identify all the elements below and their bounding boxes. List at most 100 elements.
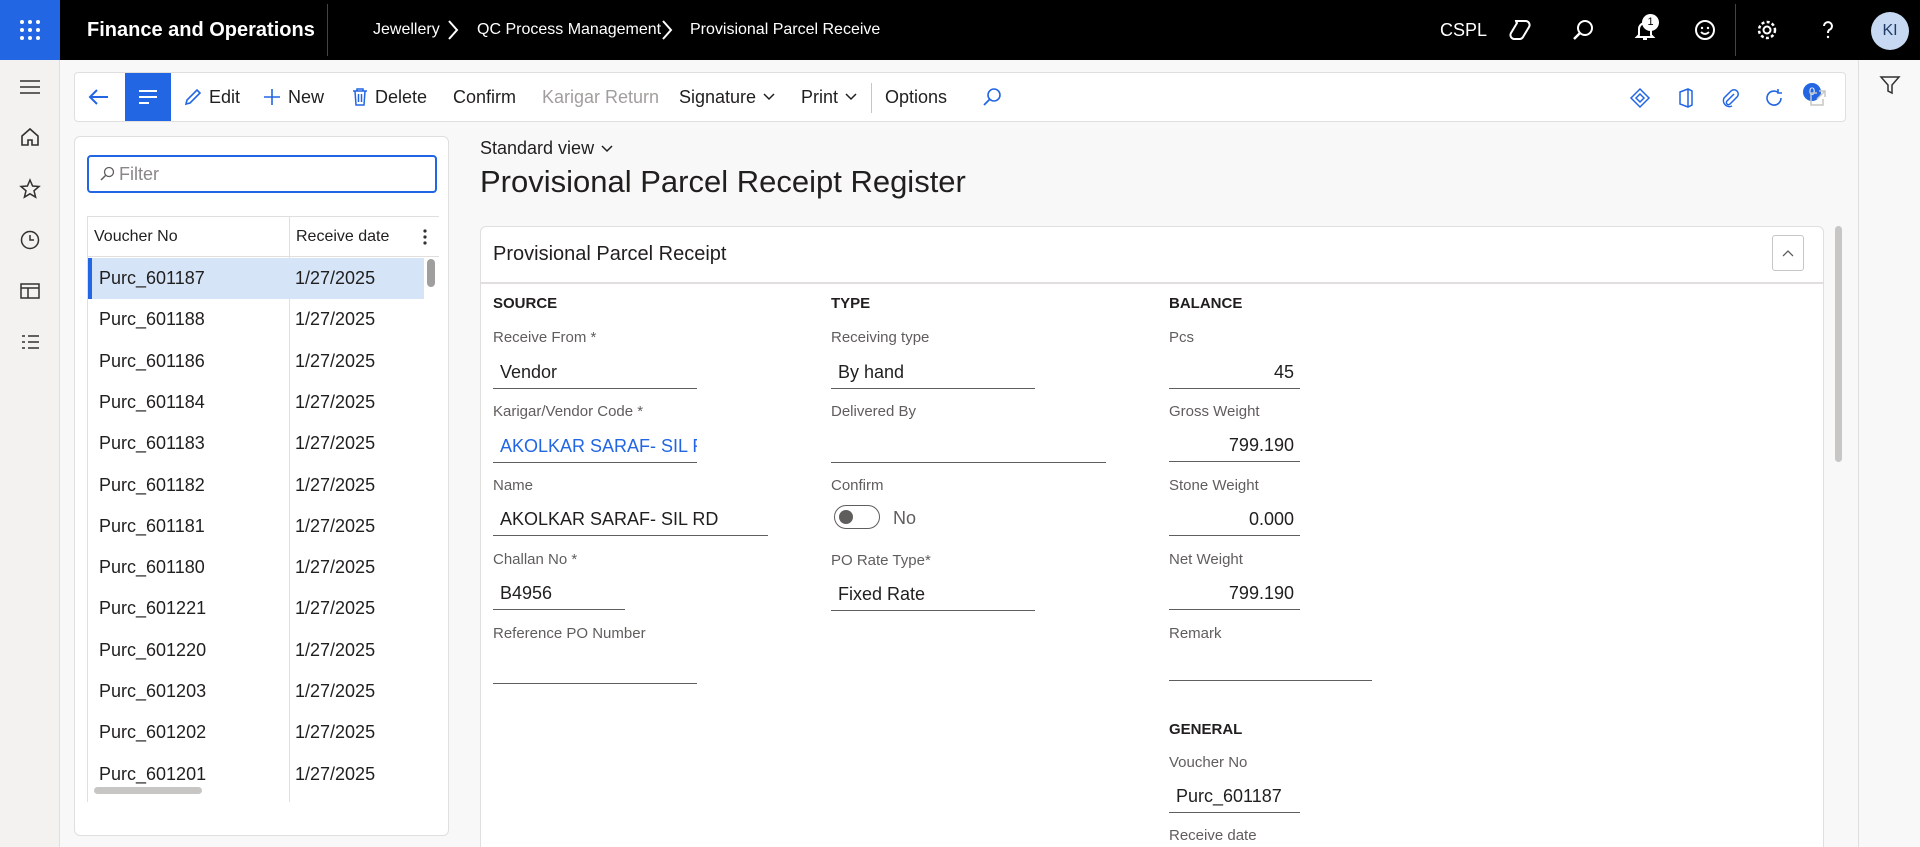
voucher-no-field[interactable]: Purc_601187 — [1169, 779, 1300, 813]
filter-funnel-icon[interactable] — [1879, 74, 1901, 101]
smiley-icon[interactable] — [1690, 15, 1720, 45]
confirm-button[interactable]: Confirm — [453, 73, 516, 121]
edit-button[interactable]: Edit — [183, 73, 240, 121]
print-label: Print — [801, 87, 839, 107]
gross-weight-field[interactable]: 799.190 — [1169, 428, 1300, 462]
gear-icon[interactable] — [1752, 15, 1782, 45]
confirm-label: Confirm — [831, 477, 884, 494]
chevron-down-icon — [601, 144, 613, 152]
signature-menu[interactable]: Signature — [679, 73, 776, 121]
star-icon[interactable] — [15, 174, 45, 204]
pcs-field[interactable]: 45 — [1169, 355, 1300, 389]
main-vertical-scrollbar[interactable] — [1835, 226, 1842, 462]
refresh-icon[interactable] — [1759, 83, 1789, 113]
print-menu[interactable]: Print — [801, 73, 858, 121]
card-title[interactable]: Provisional Parcel Receipt — [493, 227, 726, 281]
open-new-window-icon[interactable] — [1803, 83, 1833, 113]
voucher-no-cell[interactable]: Purc_601181 — [99, 506, 205, 547]
hamburger-icon[interactable] — [15, 72, 45, 102]
table-row[interactable]: Purc_601203 1/27/2025 — [88, 671, 424, 712]
view-selector[interactable]: Standard view — [480, 138, 614, 159]
table-row[interactable]: Purc_601183 1/27/2025 — [88, 423, 424, 464]
challan-no-field[interactable]: B4956 — [493, 576, 625, 610]
po-rate-type-label: PO Rate Type* — [831, 552, 931, 569]
edit-label: Edit — [209, 87, 241, 107]
delete-label: Delete — [375, 87, 428, 107]
voucher-no-cell[interactable]: Purc_601184 — [99, 382, 205, 423]
voucher-no-cell[interactable]: Purc_601221 — [99, 588, 206, 629]
collapse-button[interactable] — [1772, 235, 1804, 271]
breadcrumb-jewellery[interactable]: Jewellery — [373, 0, 440, 60]
receive-date-cell: 1/27/2025 — [295, 639, 376, 660]
receive-date-cell: 1/27/2025 — [295, 515, 376, 536]
waffle-icon[interactable] — [0, 0, 60, 60]
voucher-no-cell[interactable]: Purc_601183 — [99, 423, 205, 464]
table-row[interactable]: Purc_601202 1/27/2025 — [88, 712, 424, 753]
delivered-by-label: Delivered By — [831, 403, 917, 420]
net-weight-field[interactable]: 799.190 — [1169, 576, 1300, 610]
attachment-icon[interactable] — [1715, 83, 1745, 113]
stone-weight-field[interactable]: 0.000 — [1169, 502, 1300, 536]
voucher-no-cell[interactable]: Purc_601180 — [99, 547, 205, 588]
delivered-by-field[interactable] — [831, 429, 1106, 463]
more-vertical-icon[interactable] — [422, 228, 428, 251]
voucher-no-cell[interactable]: Purc_601186 — [99, 341, 205, 382]
table-row[interactable]: Purc_601184 1/27/2025 — [88, 382, 424, 423]
receive-date-cell: 1/27/2025 — [295, 681, 376, 701]
table-row[interactable]: Purc_601180 1/27/2025 — [88, 547, 424, 588]
list-view-button[interactable] — [125, 73, 171, 121]
voucher-no-cell[interactable]: Purc_601203 — [99, 671, 206, 712]
horizontal-scrollbar[interactable] — [94, 787, 202, 794]
voucher-no-cell[interactable]: Purc_601182 — [99, 465, 205, 506]
breadcrumb-qc-process[interactable]: QC Process Management — [477, 0, 661, 60]
column-header-voucher-no[interactable]: Voucher No — [88, 217, 178, 257]
remark-field[interactable] — [1169, 647, 1372, 681]
form-card: Provisional Parcel Receipt SOURCE Receiv… — [480, 226, 1824, 847]
voucher-no-cell[interactable]: Purc_601188 — [99, 299, 205, 340]
name-field[interactable]: AKOLKAR SARAF- SIL RD — [493, 502, 768, 536]
back-arrow-icon[interactable] — [87, 85, 111, 114]
office-icon[interactable] — [1671, 83, 1701, 113]
receive-date-cell: 1/27/2025 — [295, 309, 376, 330]
voucher-no-cell[interactable]: Purc_601187 — [99, 258, 205, 299]
avatar[interactable]: KI — [1871, 12, 1909, 50]
column-header-receive-date[interactable]: Receive date — [290, 217, 389, 257]
confirm-toggle-text: No — [893, 508, 917, 528]
table-row[interactable]: Purc_601186 1/27/2025 — [88, 341, 424, 382]
new-button[interactable]: New — [262, 73, 324, 121]
signature-label: Signature — [679, 87, 757, 107]
search-icon[interactable] — [981, 86, 1003, 113]
vertical-scrollbar[interactable] — [427, 259, 435, 287]
table-row[interactable]: Purc_601187 1/27/2025 — [88, 258, 424, 299]
workspace-icon[interactable] — [15, 276, 45, 306]
receive-date-cell: 1/27/2025 — [295, 722, 376, 743]
filter-box[interactable] — [87, 155, 437, 193]
clock-icon[interactable] — [15, 225, 45, 255]
app-title[interactable]: Finance and Operations — [87, 0, 315, 60]
options-tab[interactable]: Options — [885, 73, 947, 121]
reference-po-field[interactable] — [493, 650, 697, 684]
company-picker[interactable]: CSPL — [1440, 0, 1487, 60]
vendor-code-field[interactable]: AKOLKAR SARAF- SIL R — [493, 429, 697, 463]
modules-icon[interactable] — [15, 328, 45, 358]
table-row[interactable]: Purc_601188 1/27/2025 — [88, 299, 424, 340]
delete-button[interactable]: Delete — [351, 73, 427, 121]
home-icon[interactable] — [15, 122, 45, 152]
help-icon[interactable] — [1813, 15, 1843, 45]
voucher-no-cell[interactable]: Purc_601220 — [99, 630, 206, 671]
filter-input[interactable] — [119, 157, 429, 191]
search-icon[interactable] — [1568, 15, 1598, 45]
table-row[interactable]: Purc_601220 1/27/2025 — [88, 630, 424, 671]
receive-date-cell: 1/27/2025 — [295, 433, 376, 454]
table-row[interactable]: Purc_601181 1/27/2025 — [88, 506, 424, 547]
karigar-return-button[interactable]: Karigar Return — [542, 73, 659, 121]
receiving-type-field[interactable]: By hand — [831, 355, 1035, 389]
table-row[interactable]: Purc_601221 1/27/2025 — [88, 588, 424, 629]
receive-from-field[interactable]: Vendor — [493, 355, 697, 389]
table-row[interactable]: Purc_601182 1/27/2025 — [88, 465, 424, 506]
power-apps-icon[interactable] — [1625, 83, 1655, 113]
po-rate-type-field[interactable]: Fixed Rate — [831, 577, 1035, 611]
confirm-toggle[interactable] — [834, 505, 880, 529]
voucher-no-cell[interactable]: Purc_601202 — [99, 712, 206, 753]
copilot-icon[interactable] — [1506, 15, 1536, 45]
